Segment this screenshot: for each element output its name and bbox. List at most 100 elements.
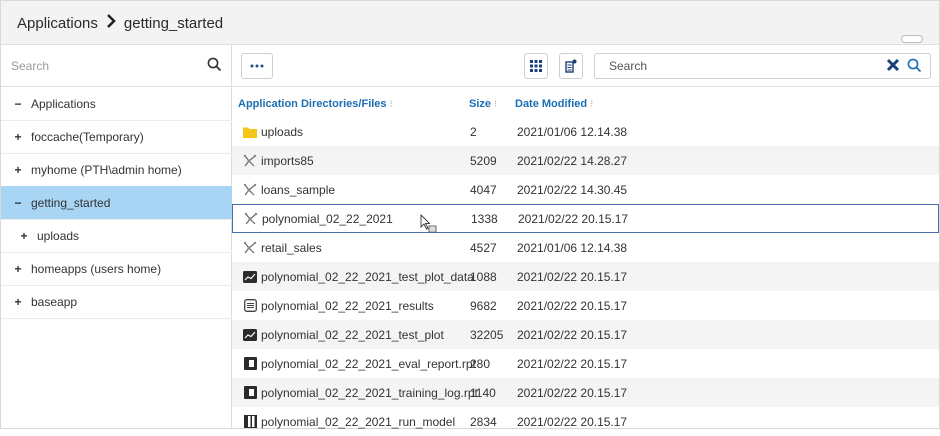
sort-icon: ⁝ (590, 98, 594, 110)
expand-icon[interactable]: + (11, 163, 25, 177)
file-name-cell: polynomial_02_22_2021_eval_report.rpt (243, 357, 476, 371)
expand-icon[interactable]: + (11, 130, 25, 144)
expand-icon[interactable]: + (17, 229, 31, 243)
date-modified: 2021/02/22 20.15.17 (517, 414, 628, 429)
grid-view-button[interactable] (524, 53, 548, 79)
model-icon (244, 212, 258, 226)
plot-icon (243, 328, 257, 342)
table-row[interactable]: polynomial_02_22_2021_test_plot_data 1088… (232, 262, 939, 291)
column-header-name[interactable]: Application Directories/Files ⁝ (238, 93, 393, 115)
file-name-cell: polynomial_02_22_2021 (244, 212, 393, 226)
file-size: 4527 (470, 240, 497, 255)
tree-item-label: myhome (PTH\admin home) (31, 162, 182, 177)
date-modified: 2021/02/22 14.28.27 (517, 153, 628, 168)
run-model-icon (243, 415, 257, 429)
more-icon (250, 64, 264, 68)
collapse-handle[interactable] (901, 35, 923, 43)
file-name: polynomial_02_22_2021_training_log.rpt (261, 385, 478, 400)
breadcrumb-root[interactable]: Applications (17, 15, 98, 32)
file-size: 2 (470, 124, 477, 139)
table-row[interactable]: loans_sample 4047 2021/02/22 14.30.45 (232, 175, 939, 204)
file-name: polynomial_02_22_2021_test_plot (261, 327, 444, 342)
table-row[interactable]: polynomial_02_22_2021_results 9682 2021/02… (232, 291, 939, 320)
file-name-cell: imports85 (243, 154, 314, 168)
tree-search-input[interactable] (11, 56, 191, 76)
table-row[interactable]: polynomial_02_22_2021_eval_report.rpt 280… (232, 349, 939, 378)
table-row[interactable]: polynomial_02_22_2021_run_model 2834 2021/… (232, 407, 939, 436)
file-size: 1140 (470, 385, 496, 400)
table-row[interactable]: polynomial_02_22_2021 1338 2021/02/22 20.1… (232, 204, 939, 233)
tree-item-label: foccache(Temporary) (31, 129, 144, 144)
grid-icon (530, 60, 542, 72)
plot-data-icon (243, 270, 257, 284)
file-name: polynomial_02_22_2021_eval_report.rpt (261, 356, 476, 371)
search-icon[interactable] (907, 58, 922, 76)
tree-item[interactable]: + uploads (1, 219, 232, 253)
tree-search (1, 45, 232, 87)
file-search (594, 53, 931, 79)
tree-item-label: baseapp (31, 294, 78, 309)
search-icon[interactable] (207, 57, 222, 75)
new-file-icon (565, 59, 577, 73)
file-size: 1338 (471, 211, 498, 226)
file-size: 280 (470, 356, 491, 371)
report-icon (243, 386, 257, 400)
file-name-cell: polynomial_02_22_2021_results (243, 299, 434, 313)
breadcrumb-current: getting_started (123, 14, 224, 32)
file-name: retail_sales (261, 240, 322, 255)
table-row[interactable]: uploads 2 2021/01/06 12.14.38 (232, 117, 939, 146)
model-icon (243, 241, 257, 255)
clear-icon[interactable] (886, 58, 900, 75)
main-panel: Application Directories/Files⁝ Size⁝ Dat… (232, 45, 939, 429)
file-name-cell: loans_sample (243, 183, 335, 197)
date-modified: 2021/02/22 20.15.17 (517, 385, 628, 400)
table-row[interactable]: polynomial_02_22_2021_test_plot 32205 2021… (232, 320, 939, 349)
file-name-cell: polynomial_02_22_2021_training_log.rpt (243, 386, 478, 400)
file-search-input[interactable] (609, 57, 859, 75)
tree-item[interactable]: − Applications (1, 87, 232, 121)
tree-item-label: Applications (31, 96, 96, 111)
file-name: polynomial_02_22_2021 (262, 211, 393, 226)
file-name: polynomial_02_22_2021_results (261, 298, 434, 313)
tree-item-label: homeapps (users home) (31, 261, 162, 276)
expand-icon[interactable]: + (11, 262, 25, 276)
column-header-size[interactable]: Size ⁝ (469, 93, 497, 115)
tree-item[interactable]: + homeapps (users home) (1, 252, 232, 286)
file-size: 9682 (470, 298, 497, 313)
file-size: 2834 (470, 414, 497, 429)
new-item-button[interactable] (559, 53, 583, 79)
results-icon (243, 299, 257, 313)
file-name-cell: retail_sales (243, 241, 322, 255)
left-panel: −Applications+foccache(Temporary)+myhome… (1, 45, 232, 428)
file-name: loans_sample (261, 182, 336, 197)
tree-item[interactable]: + foccache(Temporary) (1, 120, 232, 154)
more-options-button[interactable] (241, 53, 273, 79)
file-size: 1088 (470, 269, 497, 284)
date-modified: 2021/02/22 20.15.17 (517, 269, 628, 284)
sort-icon: ⁝ (389, 98, 393, 110)
tree-item-label: getting_started (31, 195, 111, 210)
column-header-date[interactable]: Date Modified ⁝ (515, 93, 593, 115)
file-name: polynomial_02_22_2021_run_model (261, 414, 456, 429)
file-size: 5209 (470, 153, 497, 168)
expand-icon[interactable]: + (11, 295, 25, 309)
collapse-icon[interactable]: − (11, 97, 25, 111)
header-bar: Applications getting_started (1, 1, 939, 45)
collapse-icon[interactable]: − (11, 196, 25, 210)
pointer-cursor-icon (420, 213, 440, 237)
table-row[interactable]: imports85 5209 2021/02/22 14.28.27 (232, 146, 939, 175)
file-size: 32205 (470, 327, 504, 342)
date-modified: 2021/02/22 20.15.17 (518, 211, 629, 226)
tree-item[interactable]: + myhome (PTH\admin home) (1, 153, 232, 187)
model-icon (243, 154, 257, 168)
date-modified: 2021/02/22 14.30.45 (517, 182, 628, 197)
file-name-cell: uploads (243, 125, 303, 139)
file-name-cell: polynomial_02_22_2021_test_plot_data (243, 270, 474, 284)
tree-item[interactable]: − getting_started (1, 186, 232, 220)
file-size: 4047 (470, 182, 497, 197)
toolbar (232, 45, 939, 87)
table-row[interactable]: polynomial_02_22_2021_training_log.rpt 11… (232, 378, 939, 407)
date-modified: 2021/01/06 12.14.38 (517, 124, 628, 139)
table-row[interactable]: retail_sales 4527 2021/01/06 12.14.38 (232, 233, 939, 262)
tree-item[interactable]: + baseapp (1, 285, 232, 319)
